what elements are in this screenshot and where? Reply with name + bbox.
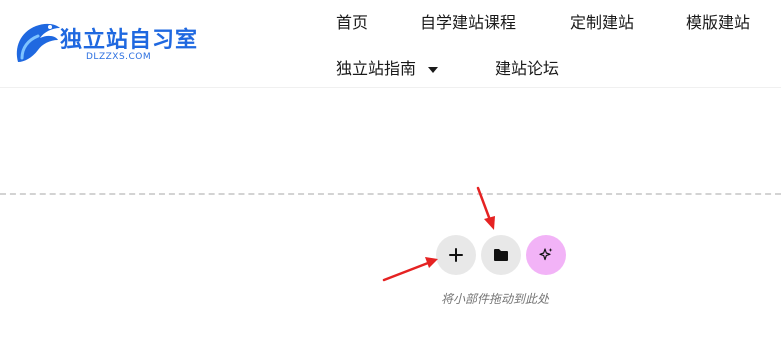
nav-item-label: 定制建站 xyxy=(570,13,635,32)
chevron-down-icon xyxy=(428,66,439,73)
ai-generate-button[interactable] xyxy=(526,235,566,275)
drop-hint-text: 将小部件拖动到此处 xyxy=(441,292,550,306)
nav-item-label: 首页 xyxy=(336,13,369,32)
site-logo[interactable]: 独立站自习室 DLZZXS.COM xyxy=(12,14,197,70)
section-divider xyxy=(0,193,781,195)
nav-item-guide-dropdown[interactable]: 独立站指南 xyxy=(336,55,439,79)
nav-item-template-build[interactable]: 模版建站 xyxy=(686,9,750,33)
red-arrow-to-add-button xyxy=(382,257,438,282)
nav-item-courses[interactable]: 自学建站课程 xyxy=(420,9,516,33)
folder-icon xyxy=(494,249,508,261)
nav-item-label: 自学建站课程 xyxy=(420,13,517,32)
site-header: 独立站自习室 DLZZXS.COM 首页 自学建站课程 定制建站 模版建站 独立… xyxy=(0,0,781,88)
nav-item-label: 建站论坛 xyxy=(495,59,560,78)
nav-item-label: 独立站指南 xyxy=(336,59,417,78)
logo-subtitle: DLZZXS.COM xyxy=(86,52,152,62)
logo-bird-icon xyxy=(16,23,60,62)
nav-item-label: 模版建站 xyxy=(686,13,751,32)
add-widget-button[interactable] xyxy=(436,235,476,275)
nav-item-forum[interactable]: 建站论坛 xyxy=(495,55,559,79)
nav-item-custom-build[interactable]: 定制建站 xyxy=(570,9,634,33)
plus-icon xyxy=(449,248,463,262)
nav-item-home[interactable]: 首页 xyxy=(336,9,368,33)
add-template-button[interactable] xyxy=(481,235,521,275)
logo-title: 独立站自习室 xyxy=(60,28,199,53)
sparkle-icon xyxy=(539,248,553,261)
